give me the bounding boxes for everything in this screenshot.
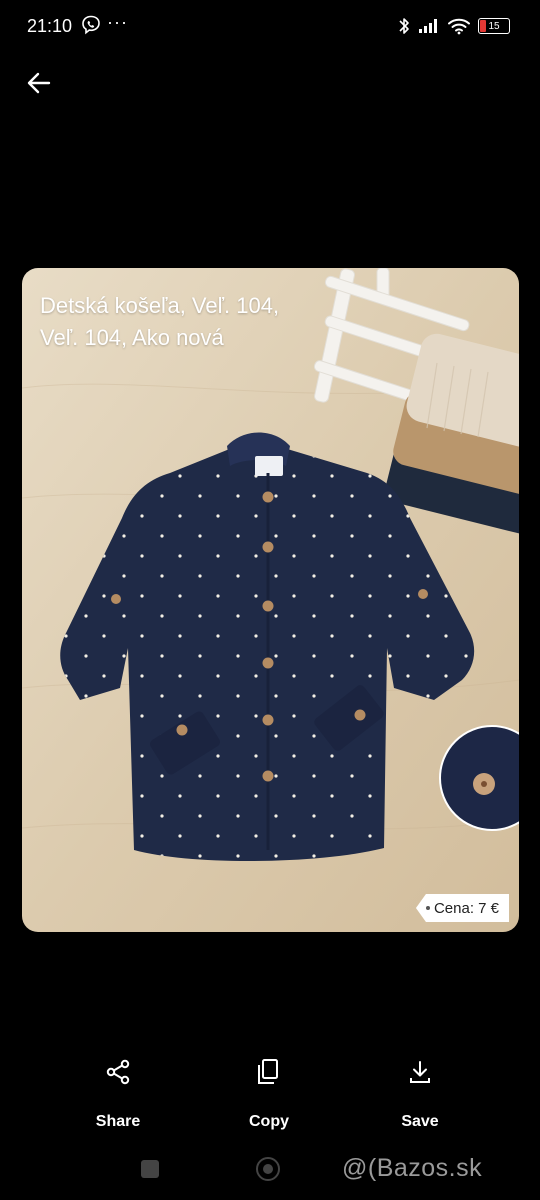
battery-icon: 15: [478, 18, 510, 34]
watermark: @(Bazos.sk: [342, 1154, 483, 1182]
share-label: Share: [95, 1113, 141, 1130]
price-tag: Cena: 7 €: [415, 894, 509, 922]
status-time: 21:10: [27, 16, 73, 36]
signal-icon: [419, 19, 437, 33]
status-bar: 21:10 ··· 15: [0, 0, 540, 54]
copy-button[interactable]: Copy: [209, 1058, 329, 1131]
shirt-photo-illustration: [22, 268, 519, 932]
photo-title-line1: Detská košeľa, Veľ. 104,: [40, 293, 280, 318]
download-icon: [410, 1061, 430, 1083]
copy-label: Copy: [249, 1113, 289, 1130]
navigation-bar: @(Bazos.sk: [0, 1148, 540, 1190]
save-button[interactable]: Save: [360, 1058, 480, 1131]
battery-level: 15: [488, 20, 500, 32]
home-button[interactable]: [256, 1157, 280, 1181]
battery-fill: [480, 20, 486, 32]
share-button[interactable]: Share: [58, 1058, 178, 1131]
viber-icon: [82, 15, 100, 35]
photo-title-line2: Veľ. 104, Ako nová: [40, 325, 224, 350]
more-notifications-indicator: ···: [107, 12, 128, 32]
photo-title: Detská košeľa, Veľ. 104, Veľ. 104, Ako n…: [40, 290, 340, 354]
action-bar: Share Copy Save: [0, 1058, 540, 1138]
price-text: Cena: 7 €: [433, 899, 499, 917]
save-label: Save: [401, 1113, 439, 1130]
wifi-icon: [448, 18, 470, 34]
bluetooth-icon: [399, 18, 409, 34]
copy-icon: [258, 1059, 278, 1084]
share-icon: [106, 1059, 130, 1085]
recents-button[interactable]: [141, 1160, 159, 1178]
product-photo[interactable]: Detská košeľa, Veľ. 104, Veľ. 104, Ako n…: [22, 268, 519, 932]
price-tag-hole: [425, 906, 430, 910]
arrow-left-icon[interactable]: [24, 68, 54, 98]
